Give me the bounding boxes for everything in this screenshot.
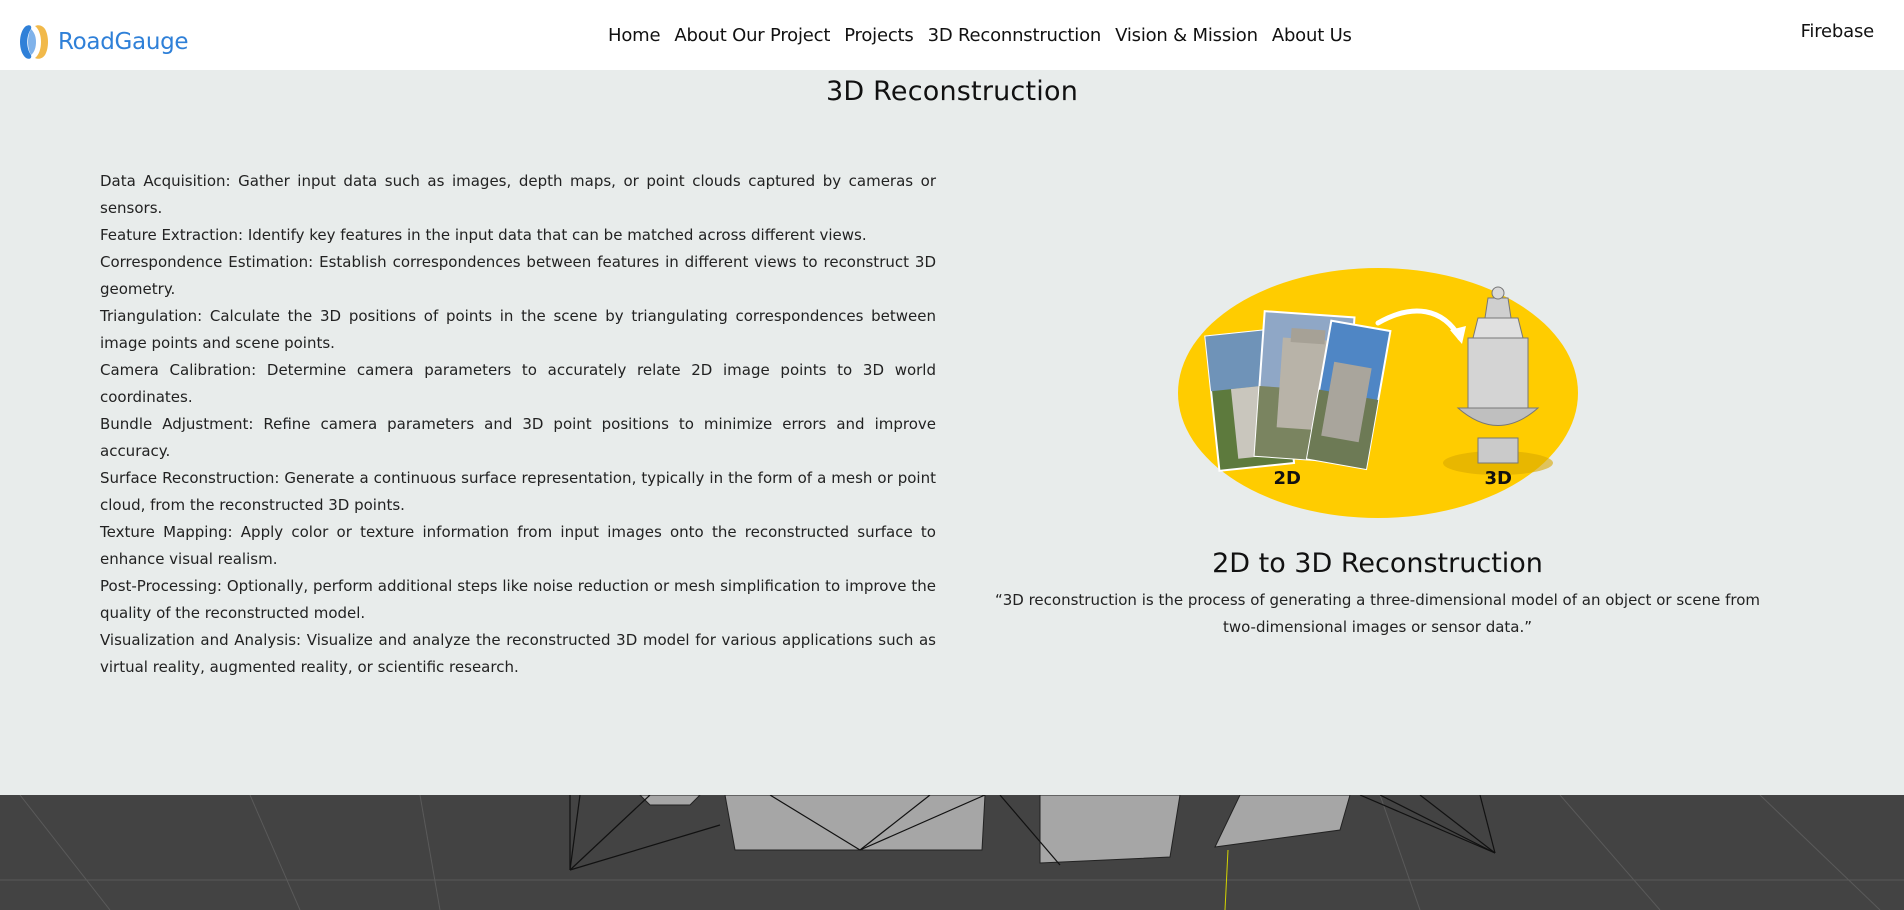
wireframe-scene bbox=[0, 795, 1904, 910]
figure-label-2d: 2D bbox=[1273, 468, 1301, 489]
reconstruction-steps: Data Acquisition: Gather input data such… bbox=[100, 168, 936, 681]
reconstruction-card: 2D 3D 2D to 3D Reconstruction “3D recons… bbox=[985, 268, 1770, 641]
nav-home[interactable]: Home bbox=[608, 25, 661, 46]
nav-vision-mission[interactable]: Vision & Mission bbox=[1115, 25, 1258, 46]
figure-label-3d: 3D bbox=[1484, 468, 1512, 489]
main-nav: Home About Our Project Projects 3D Recon… bbox=[608, 21, 1366, 49]
step-item: Data Acquisition: Gather input data such… bbox=[100, 172, 936, 217]
step-item: Camera Calibration: Determine camera par… bbox=[100, 361, 936, 406]
step-item: Feature Extraction: Identify key feature… bbox=[100, 226, 867, 244]
2d-to-3d-illustration bbox=[1177, 268, 1578, 518]
nav-about-us[interactable]: About Us bbox=[1272, 25, 1352, 46]
nav-about-project[interactable]: About Our Project bbox=[674, 25, 830, 46]
site-header: RoadGauge Home About Our Project Project… bbox=[0, 0, 1904, 70]
roadgauge-logo-icon bbox=[20, 25, 48, 59]
step-item: Correspondence Estimation: Establish cor… bbox=[100, 253, 936, 298]
step-item: Surface Reconstruction: Generate a conti… bbox=[100, 469, 936, 514]
step-item: Triangulation: Calculate the 3D position… bbox=[100, 307, 936, 352]
card-title: 2D to 3D Reconstruction bbox=[1212, 548, 1543, 579]
brand-link[interactable]: RoadGauge bbox=[16, 22, 189, 62]
step-item: Post-Processing: Optionally, perform add… bbox=[100, 577, 936, 622]
reconstruction-illustration: 2D 3D bbox=[1177, 268, 1578, 518]
step-item: Texture Mapping: Apply color or texture … bbox=[100, 523, 936, 568]
step-item: Visualization and Analysis: Visualize an… bbox=[100, 631, 936, 676]
page-title: 3D Reconstruction bbox=[825, 76, 1079, 107]
3d-viewport[interactable] bbox=[0, 795, 1904, 910]
nav-projects[interactable]: Projects bbox=[844, 25, 914, 46]
nav-firebase[interactable]: Firebase bbox=[1801, 21, 1875, 42]
nav-3d-reconstruction[interactable]: 3D Reconnstruction bbox=[928, 25, 1102, 46]
step-item: Bundle Adjustment: Refine camera paramet… bbox=[100, 415, 936, 460]
card-quote: “3D reconstruction is the process of gen… bbox=[994, 591, 1761, 636]
brand-name: RoadGauge bbox=[58, 29, 189, 55]
